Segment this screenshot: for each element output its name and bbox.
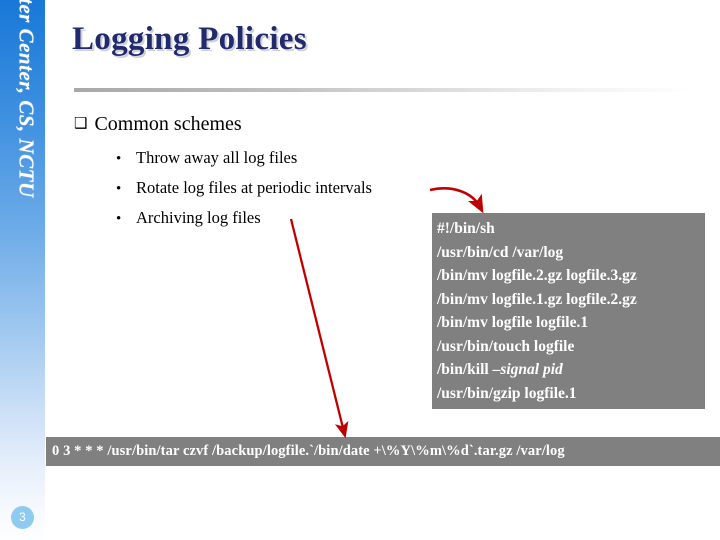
page-title: Logging Policies <box>72 21 307 57</box>
list-item: • Rotate log files at periodic intervals <box>116 178 372 208</box>
code-line-kill-args: –signal pid <box>492 361 563 378</box>
bullet-dot-icon: • <box>116 151 122 167</box>
list-item: • Throw away all log files <box>116 148 372 178</box>
sub-bullet-label: Throw away all log files <box>136 148 298 167</box>
code-line: /usr/bin/cd /var/log <box>437 243 564 261</box>
title-divider <box>74 88 694 92</box>
code-line-kill-command: /bin/kill <box>437 361 493 378</box>
sub-bullet-label: Rotate log files at periodic intervals <box>136 178 372 197</box>
slide: Computer Center, CS, NCTU 3 Logging Poli… <box>0 0 720 540</box>
code-line: /bin/mv logfile logfile.1 <box>437 314 589 331</box>
sidebar-branding-text: Computer Center, CS, NCTU <box>14 0 39 198</box>
code-line: /usr/bin/touch logfile <box>437 337 575 355</box>
level1-bullet-item: ❑ Common schemes <box>74 113 242 136</box>
page-number-badge: 3 <box>11 506 34 529</box>
sub-bullet-label: Archiving log files <box>136 208 261 227</box>
list-item: • Archiving log files <box>116 208 372 238</box>
rotate-to-script-arrow <box>429 187 484 214</box>
code-line: /usr/bin/gzip logfile.1 <box>437 384 577 402</box>
level1-bullet-label: Common schemes <box>94 113 242 135</box>
code-line: /bin/mv logfile.2.gz logfile.3.gz <box>437 267 637 284</box>
checkbox-bullet-icon: ❑ <box>74 114 88 132</box>
sidebar-branding-bar: Computer Center, CS, NCTU <box>0 0 45 540</box>
crontab-command-bar: 0 3 * * * /usr/bin/tar czvf /backup/logf… <box>46 437 720 466</box>
rotation-script-code-block: #!/bin/sh /usr/bin/cd /var/log /bin/mv l… <box>432 213 705 409</box>
crontab-command-text: 0 3 * * * /usr/bin/tar czvf /backup/logf… <box>52 443 565 459</box>
code-line: #!/bin/sh <box>437 220 495 237</box>
archive-to-cron-arrow <box>289 218 349 439</box>
sub-bullet-list: • Throw away all log files • Rotate log … <box>116 148 372 238</box>
code-line-kill: /bin/kill –signal pid <box>437 358 705 382</box>
code-line: /bin/mv logfile.1.gz logfile.2.gz <box>437 290 637 308</box>
bullet-dot-icon: • <box>116 181 122 197</box>
bullet-dot-icon: • <box>116 211 122 227</box>
